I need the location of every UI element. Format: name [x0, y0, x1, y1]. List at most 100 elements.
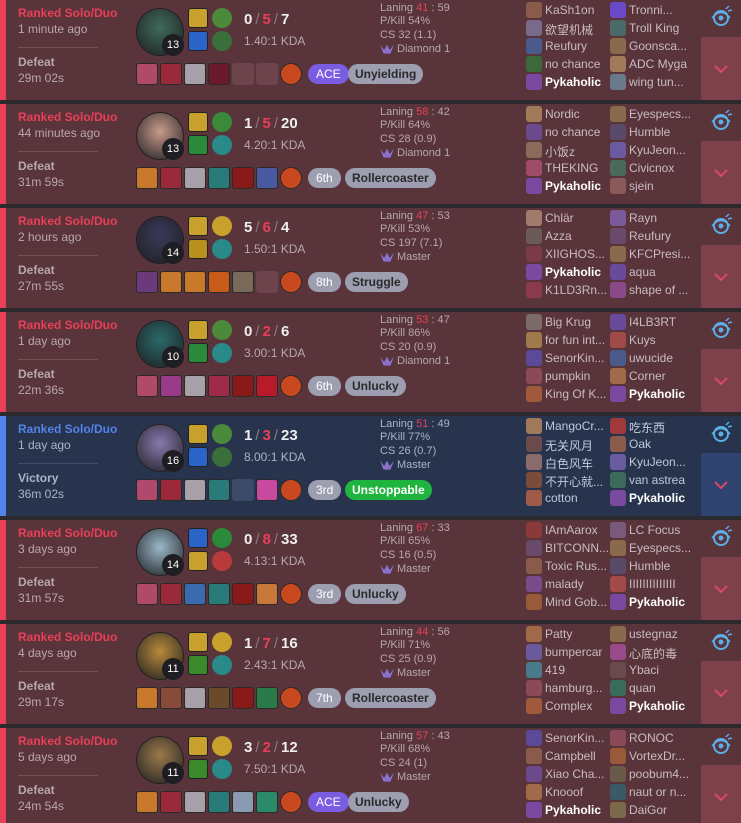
item-slot-6[interactable] — [256, 583, 278, 605]
match-card[interactable]: Ranked Solo/Duo 1 minute ago Defeat 29m … — [0, 0, 741, 100]
player-name[interactable]: Toxic Rus... — [545, 559, 611, 573]
item-slot-4[interactable] — [208, 583, 230, 605]
player-name[interactable]: poobum4... — [629, 767, 695, 781]
player-name[interactable]: KyuJeon... — [629, 455, 695, 469]
summoner-spell-1-icon[interactable] — [188, 112, 208, 132]
player-row[interactable]: 欲望机械 — [526, 19, 612, 37]
ward-trinket-icon[interactable] — [280, 375, 302, 397]
ward-trinket-icon[interactable] — [280, 63, 302, 85]
secondary-rune-icon[interactable] — [212, 343, 232, 363]
player-name[interactable]: K1LD3Rn... — [545, 283, 611, 297]
expand-details-button[interactable] — [701, 245, 741, 308]
player-name[interactable]: aqua — [629, 265, 695, 279]
summoner-spell-1-icon[interactable] — [188, 736, 208, 756]
player-name[interactable]: XIIGHOS... — [545, 247, 611, 261]
item-slot-3[interactable] — [184, 167, 206, 189]
item-slot-2[interactable] — [160, 271, 182, 293]
player-name[interactable]: pumpkin — [545, 369, 611, 383]
item-slot-4[interactable] — [208, 271, 230, 293]
keystone-rune-icon[interactable] — [212, 8, 232, 28]
player-row[interactable]: VortexDr... — [610, 747, 696, 765]
item-slot-1[interactable] — [136, 63, 158, 85]
secondary-rune-icon[interactable] — [212, 447, 232, 467]
player-row[interactable]: van astrea — [610, 471, 696, 489]
expand-details-button[interactable] — [701, 661, 741, 724]
item-slot-3[interactable] — [184, 583, 206, 605]
player-row[interactable]: malady — [526, 575, 612, 593]
player-row[interactable]: IIIIIIIIIIIIII — [610, 575, 696, 593]
player-name[interactable]: Pykaholic — [629, 595, 695, 609]
player-row[interactable]: Humble — [610, 123, 696, 141]
player-row[interactable]: pumpkin — [526, 367, 612, 385]
summoner-spell-2-icon[interactable] — [188, 655, 208, 675]
player-name[interactable]: for fun int... — [545, 333, 611, 347]
player-name[interactable]: BITCONN... — [545, 541, 611, 555]
item-slot-5[interactable] — [232, 63, 254, 85]
ward-trinket-icon[interactable] — [280, 479, 302, 501]
player-name[interactable]: Ybaci — [629, 663, 695, 677]
player-name[interactable]: wing tun... — [629, 75, 695, 89]
item-slot-1[interactable] — [136, 583, 158, 605]
item-slot-6[interactable] — [256, 63, 278, 85]
player-name[interactable]: quan — [629, 681, 695, 695]
match-card[interactable]: Ranked Solo/Duo 4 days ago Defeat 29m 17… — [0, 624, 741, 724]
spectate-button[interactable] — [701, 728, 741, 763]
player-row[interactable]: KyuJeon... — [610, 453, 696, 471]
player-name[interactable]: Humble — [629, 125, 695, 139]
player-row[interactable]: 吃东西 — [610, 417, 696, 435]
player-name[interactable]: Knooof — [545, 785, 611, 799]
player-name[interactable]: 419 — [545, 663, 611, 677]
player-name[interactable]: Eyespecs... — [629, 107, 695, 121]
player-name[interactable]: uwucide — [629, 351, 695, 365]
player-name[interactable]: KaSh1on — [545, 3, 611, 17]
player-name[interactable]: Nordic — [545, 107, 611, 121]
player-row[interactable]: uwucide — [610, 349, 696, 367]
player-row[interactable]: XIIGHOS... — [526, 245, 612, 263]
player-name[interactable]: Xiao Cha... — [545, 767, 611, 781]
player-row[interactable]: Chlär — [526, 209, 612, 227]
player-name[interactable]: Pykaholic — [629, 491, 695, 505]
player-row[interactable]: K1LD3Rn... — [526, 281, 612, 299]
player-row[interactable]: THEKING — [526, 159, 612, 177]
player-name[interactable]: no chance — [545, 125, 611, 139]
item-slot-3[interactable] — [184, 271, 206, 293]
match-card[interactable]: Ranked Solo/Duo 3 days ago Defeat 31m 57… — [0, 520, 741, 620]
summoner-spell-1-icon[interactable] — [188, 424, 208, 444]
player-row[interactable]: Rayn — [610, 209, 696, 227]
player-row[interactable]: KyuJeon... — [610, 141, 696, 159]
player-row[interactable]: Pykaholic — [610, 489, 696, 507]
player-name[interactable]: King Of K... — [545, 387, 611, 401]
summoner-spell-2-icon[interactable] — [188, 447, 208, 467]
player-name[interactable]: SenorKin... — [545, 731, 611, 745]
item-slot-4[interactable] — [208, 479, 230, 501]
player-name[interactable]: RONOC — [629, 731, 695, 745]
player-row[interactable]: no chance — [526, 55, 612, 73]
player-name[interactable]: SenorKin... — [545, 351, 611, 365]
player-name[interactable]: no chance — [545, 57, 611, 71]
summoner-spell-1-icon[interactable] — [188, 632, 208, 652]
player-row[interactable]: Pykaholic — [526, 177, 612, 195]
player-row[interactable]: Pykaholic — [526, 263, 612, 281]
player-name[interactable]: bumpercar — [545, 645, 611, 659]
summoner-spell-1-icon[interactable] — [188, 320, 208, 340]
player-name[interactable]: Patty — [545, 627, 611, 641]
item-slot-1[interactable] — [136, 687, 158, 709]
expand-details-button[interactable] — [701, 141, 741, 204]
keystone-rune-icon[interactable] — [212, 320, 232, 340]
player-row[interactable]: Reufury — [526, 37, 612, 55]
expand-details-button[interactable] — [701, 557, 741, 620]
player-row[interactable]: Oak — [610, 435, 696, 453]
player-name[interactable]: Pykaholic — [545, 265, 611, 279]
secondary-rune-icon[interactable] — [212, 135, 232, 155]
secondary-rune-icon[interactable] — [212, 239, 232, 259]
item-slot-6[interactable] — [256, 791, 278, 813]
player-name[interactable]: Pykaholic — [545, 179, 611, 193]
player-name[interactable]: shape of ... — [629, 283, 695, 297]
player-row[interactable]: Patty — [526, 625, 612, 643]
item-slot-1[interactable] — [136, 375, 158, 397]
item-slot-2[interactable] — [160, 583, 182, 605]
player-row[interactable]: Nordic — [526, 105, 612, 123]
item-slot-6[interactable] — [256, 167, 278, 189]
match-card[interactable]: Ranked Solo/Duo 44 minutes ago Defeat 31… — [0, 104, 741, 204]
summoner-spell-2-icon[interactable] — [188, 31, 208, 51]
